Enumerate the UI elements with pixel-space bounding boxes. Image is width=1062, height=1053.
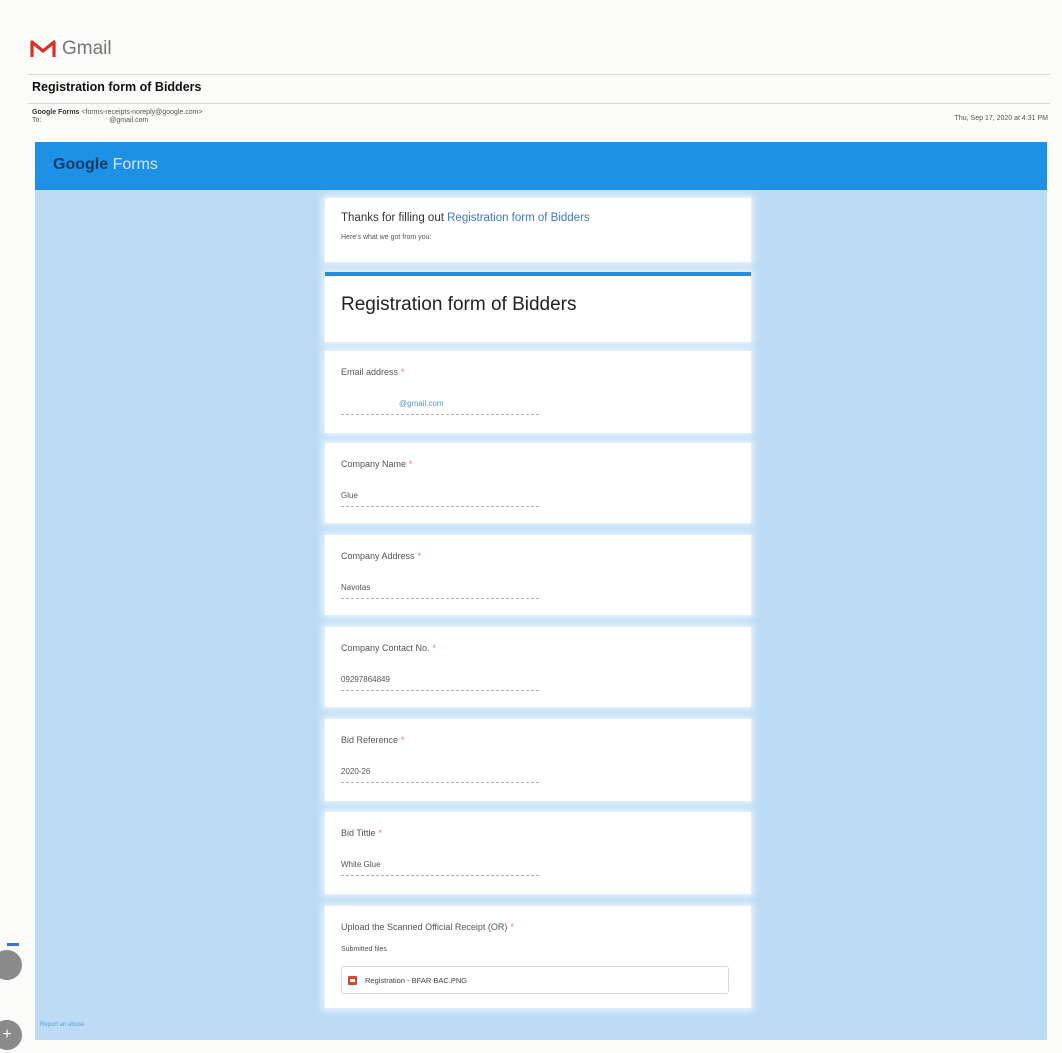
- recipient-line: To: @gmail.com: [32, 117, 148, 124]
- email-subject: Registration form of Bidders: [32, 80, 202, 94]
- google-forms-banner: Google Forms: [35, 142, 1047, 190]
- submitted-files-label: Submitted files: [341, 946, 387, 953]
- thanks-prefix: Thanks for filling out: [341, 212, 444, 224]
- question-card-bid-reference: Bid Reference * 2020-26: [325, 719, 751, 801]
- question-card-bid-title: Bid Tittle * White Glue: [325, 812, 751, 894]
- question-label: Company Address *: [341, 551, 421, 561]
- required-mark: *: [401, 367, 405, 377]
- side-action-button[interactable]: [0, 950, 22, 980]
- answer-company-address: Navotas: [341, 583, 539, 599]
- subject-divider: [28, 103, 1050, 104]
- sender-name: Google Forms: [32, 109, 80, 116]
- email-body: Google Forms Thanks for filling out Regi…: [35, 142, 1047, 1040]
- question-label-text: Company Name: [341, 459, 407, 469]
- google-forms-logo-google: Google: [53, 156, 109, 173]
- question-label-text: Email address: [341, 367, 399, 377]
- question-label-text: Company Contact No.: [341, 643, 430, 653]
- required-mark: *: [401, 735, 405, 745]
- question-label-text: Company Address: [341, 551, 415, 561]
- required-mark: *: [417, 551, 422, 561]
- image-file-icon: [348, 975, 357, 985]
- answer-email[interactable]: @gmail.com: [341, 399, 539, 415]
- question-label: Email address *: [341, 367, 405, 377]
- question-label: Company Name *: [341, 459, 413, 469]
- google-forms-logo[interactable]: Google Forms: [53, 156, 158, 174]
- question-card-company-address: Company Address * Navotas: [325, 535, 751, 615]
- required-mark: *: [409, 459, 413, 469]
- header-divider: [28, 74, 1050, 75]
- submitted-file-chip[interactable]: Registration - BFAR BAC.PNG: [341, 966, 729, 994]
- got-from-you-text: Here's what we got from you:: [341, 234, 432, 241]
- form-link[interactable]: Registration form of Bidders: [447, 212, 590, 224]
- google-forms-logo-forms: Forms: [112, 156, 158, 173]
- add-button[interactable]: +: [0, 1020, 22, 1050]
- add-icon: +: [2, 1026, 12, 1043]
- form-title-card: Registration form of Bidders: [325, 272, 751, 342]
- sender-line: Google Forms <forms-receipts-noreply@goo…: [32, 109, 203, 116]
- answer-company-name: Glue: [341, 491, 539, 507]
- form-title: Registration form of Bidders: [341, 294, 577, 315]
- question-card-company-name: Company Name * Glue: [325, 443, 751, 523]
- answer-contact-no: 09297864849: [341, 675, 539, 691]
- question-card-email: Email address * @gmail.com: [325, 351, 751, 433]
- question-card-upload: Upload the Scanned Official Receipt (OR)…: [325, 906, 751, 1008]
- required-mark: *: [510, 922, 514, 932]
- answer-bid-reference: 2020-26: [341, 767, 539, 783]
- sender-address[interactable]: <forms-receipts-noreply@google.com>: [81, 109, 202, 116]
- submitted-file-name: Registration - BFAR BAC.PNG: [365, 975, 468, 985]
- required-mark: *: [432, 643, 437, 653]
- question-label: Upload the Scanned Official Receipt (OR)…: [341, 922, 514, 932]
- question-card-contact-no: Company Contact No. * 09297864849: [325, 627, 751, 707]
- recipient-label: To:: [32, 117, 42, 124]
- question-label-text: Bid Tittle: [341, 828, 376, 838]
- recipient-value: @gmail.com: [109, 117, 149, 124]
- gmail-header: Gmail: [30, 38, 112, 60]
- question-label: Bid Reference *: [341, 735, 405, 745]
- question-label-text: Upload the Scanned Official Receipt (OR): [341, 922, 508, 932]
- gmail-wordmark: Gmail: [62, 38, 112, 59]
- question-label: Company Contact No. *: [341, 643, 436, 653]
- side-accent-mark: [7, 943, 19, 946]
- thanks-card: Thanks for filling out Registration form…: [325, 198, 751, 262]
- email-date: Thu, Sep 17, 2020 at 4:31 PM: [954, 115, 1048, 122]
- answer-bid-title: White Glue: [341, 860, 539, 876]
- question-label: Bid Tittle *: [341, 828, 382, 838]
- required-mark: *: [378, 828, 383, 838]
- question-label-text: Bid Reference: [341, 735, 399, 745]
- gmail-logo-icon: [30, 40, 56, 57]
- thanks-message: Thanks for filling out Registration form…: [341, 212, 590, 224]
- report-abuse-link[interactable]: Report an abuse: [40, 1022, 84, 1028]
